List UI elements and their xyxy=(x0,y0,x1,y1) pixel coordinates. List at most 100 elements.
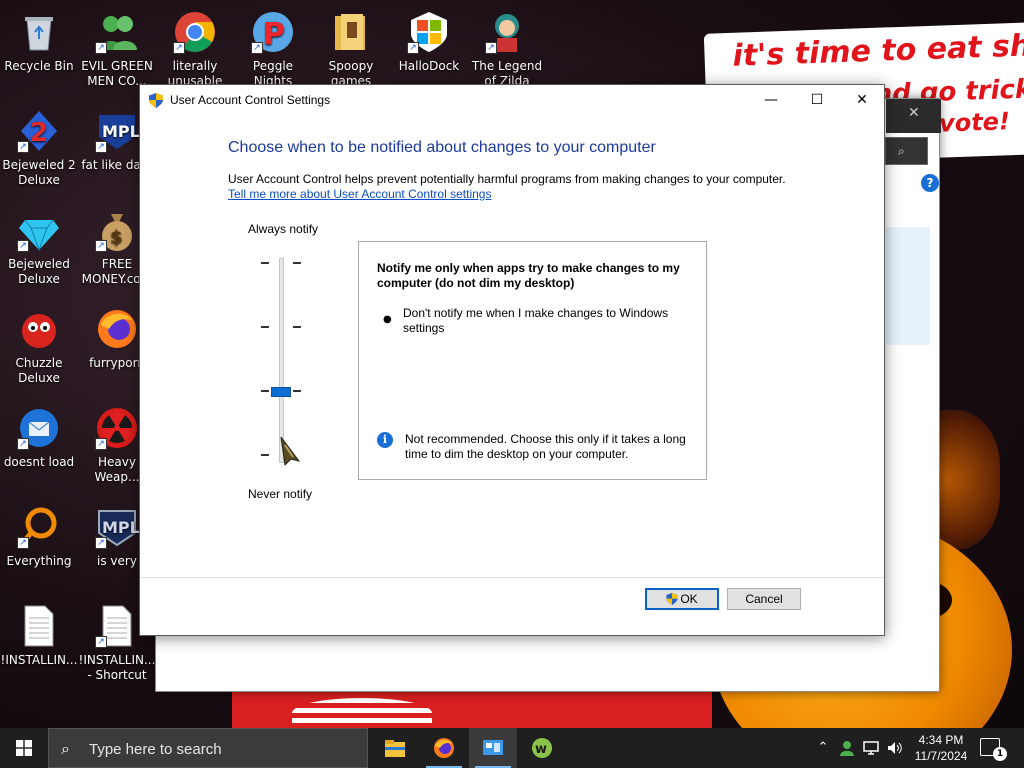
clock-time: 4:34 PM xyxy=(918,733,964,747)
slider-thumb[interactable] xyxy=(271,387,291,397)
desktop-icon-chrome[interactable]: ↗ literally unusable xyxy=(156,4,234,89)
desktop-icon-spoopy-games[interactable]: Spoopy games xyxy=(312,4,390,89)
ok-label: OK xyxy=(680,592,698,606)
cancel-button[interactable]: Cancel xyxy=(727,588,801,610)
slider-tick xyxy=(261,326,269,328)
desktop-icon-bejeweled[interactable]: ↗ Bejeweled Deluxe xyxy=(0,202,78,287)
dialog-titlebar[interactable]: User Account Control Settings — ☐ ✕ xyxy=(140,85,884,115)
background-search-box[interactable]: ⌕ xyxy=(885,137,928,165)
users-icon: ↗ xyxy=(95,10,139,54)
dialog-title: User Account Control Settings xyxy=(170,93,331,107)
svg-text:MPL: MPL xyxy=(102,122,139,141)
network-icon[interactable] xyxy=(860,728,882,768)
level-heading: Notify me only when apps try to make cha… xyxy=(377,261,680,290)
custom-cursor-icon xyxy=(280,436,301,467)
close-button[interactable]: ✕ xyxy=(839,85,885,115)
uac-shield-icon xyxy=(149,93,163,108)
info-icon: i xyxy=(377,432,393,448)
svg-text:MPL: MPL xyxy=(102,518,139,537)
minimize-button[interactable]: — xyxy=(748,85,794,115)
taskbar-winamp[interactable]: w xyxy=(518,728,566,768)
slider-tick xyxy=(261,390,269,392)
svg-text:2: 2 xyxy=(30,118,48,148)
note-line: it's time to eat shit xyxy=(731,27,1024,74)
volume-icon[interactable] xyxy=(884,728,906,768)
slider-tick xyxy=(293,326,301,328)
taskbar-file-explorer[interactable] xyxy=(371,728,419,768)
learn-more-link[interactable]: Tell me more about User Account Control … xyxy=(228,187,491,201)
document-shortcut-icon: ↗ xyxy=(95,604,139,648)
svg-text:$: $ xyxy=(110,227,123,248)
desktop-icon-legend-of-zilda[interactable]: ↗ The Legend of Zilda xyxy=(468,4,546,89)
file-explorer-icon xyxy=(385,740,405,757)
desktop-icon-peggle[interactable]: P ↗ Peggle Nights Deluxe xyxy=(234,4,312,91)
desktop-icon-hallodock[interactable]: ↗ HalloDock xyxy=(390,4,468,74)
desktop-icon-bejeweled2[interactable]: 2 ↗ Bejeweled 2 Deluxe xyxy=(0,103,78,188)
close-icon[interactable]: ✕ xyxy=(908,105,920,121)
svg-text:P: P xyxy=(263,17,285,52)
taskbar: ⌕ Type here to search w ⌃ 4:34 PM 11/7/2… xyxy=(0,728,1024,768)
firefox-icon xyxy=(434,738,454,758)
start-button[interactable] xyxy=(0,728,48,768)
desktop-icon-installing[interactable]: !INSTALLIN... xyxy=(0,598,78,668)
slider-tick xyxy=(293,262,301,264)
windows-icon: ↗ xyxy=(407,10,451,54)
radiation-icon: ↗ xyxy=(95,406,139,450)
wallpaper-red-panel xyxy=(232,692,712,728)
help-icon[interactable]: ? xyxy=(921,174,939,192)
notification-badge: 1 xyxy=(993,747,1007,761)
money-bag-icon: $ ↗ xyxy=(95,208,139,252)
slider-tick xyxy=(261,262,269,264)
thunderbird-icon: ↗ xyxy=(17,406,61,450)
windows-logo-icon xyxy=(16,740,32,756)
user-tray-icon[interactable] xyxy=(836,728,858,768)
uac-shield-icon xyxy=(666,593,678,605)
diamond-icon: ↗ xyxy=(17,208,61,252)
taskbar-clock[interactable]: 4:34 PM 11/7/2024 xyxy=(906,732,976,764)
show-hidden-icons[interactable]: ⌃ xyxy=(813,728,833,768)
notification-center-icon[interactable]: 1 xyxy=(980,738,1007,761)
search-placeholder: Type here to search xyxy=(89,741,222,758)
clock-date: 11/7/2024 xyxy=(914,749,968,763)
recycle-bin-icon xyxy=(17,10,61,54)
chuzzle-icon xyxy=(17,307,61,351)
uac-settings-dialog: User Account Control Settings — ☐ ✕ Choo… xyxy=(139,84,885,636)
taskbar-control-panel[interactable] xyxy=(469,728,517,768)
taskbar-firefox[interactable] xyxy=(420,728,468,768)
slider-tick xyxy=(261,454,269,456)
svg-text:w: w xyxy=(535,742,547,757)
folder-icon xyxy=(329,10,373,54)
desktop-icon-evil-green-men[interactable]: ↗ EVIL GREEN MEN CO... xyxy=(78,4,156,89)
document-icon xyxy=(17,604,61,648)
level-description-box: Notify me only when apps try to make cha… xyxy=(358,241,707,480)
slider-tick xyxy=(293,390,301,392)
desktop-icon-doesnt-load[interactable]: ↗ doesnt load xyxy=(0,400,78,470)
bejeweled2-icon: 2 ↗ xyxy=(17,109,61,153)
search-icon: ⌕ xyxy=(898,144,905,158)
page-heading: Choose when to be notified about changes… xyxy=(228,139,656,156)
desktop-icon-recycle-bin[interactable]: Recycle Bin xyxy=(0,4,78,74)
control-panel-icon xyxy=(483,740,503,755)
shield-badge-icon: MPL ↗ xyxy=(95,505,140,549)
mpl-icon: MPL ↗ xyxy=(95,109,140,153)
desktop-icon-everything[interactable]: ↗ Everything xyxy=(0,499,78,569)
ok-button[interactable]: OK xyxy=(645,588,719,610)
footer-divider xyxy=(140,577,884,578)
slider-top-label: Always notify xyxy=(248,222,319,236)
winamp-icon: w xyxy=(532,738,552,758)
maximize-button[interactable]: ☐ xyxy=(794,85,840,115)
notification-level-slider[interactable] xyxy=(279,258,284,463)
search-ring-icon: ↗ xyxy=(17,505,61,549)
note-line: vote! xyxy=(938,107,1011,138)
bullet-dot: ● xyxy=(383,314,392,325)
firefox-icon xyxy=(95,307,139,351)
desktop-icon-chuzzle[interactable]: Chuzzle Deluxe xyxy=(0,301,78,386)
background-panel xyxy=(886,227,930,345)
peggle-icon: P ↗ xyxy=(251,10,295,54)
slider-bottom-label: Never notify xyxy=(248,487,313,501)
taskbar-search-box[interactable]: ⌕ Type here to search xyxy=(48,728,368,768)
chrome-icon: ↗ xyxy=(173,10,217,54)
search-icon: ⌕ xyxy=(61,739,70,758)
level-note-text: Not recommended. Choose this only if it … xyxy=(405,432,686,461)
description-text: User Account Control helps prevent poten… xyxy=(228,172,786,186)
